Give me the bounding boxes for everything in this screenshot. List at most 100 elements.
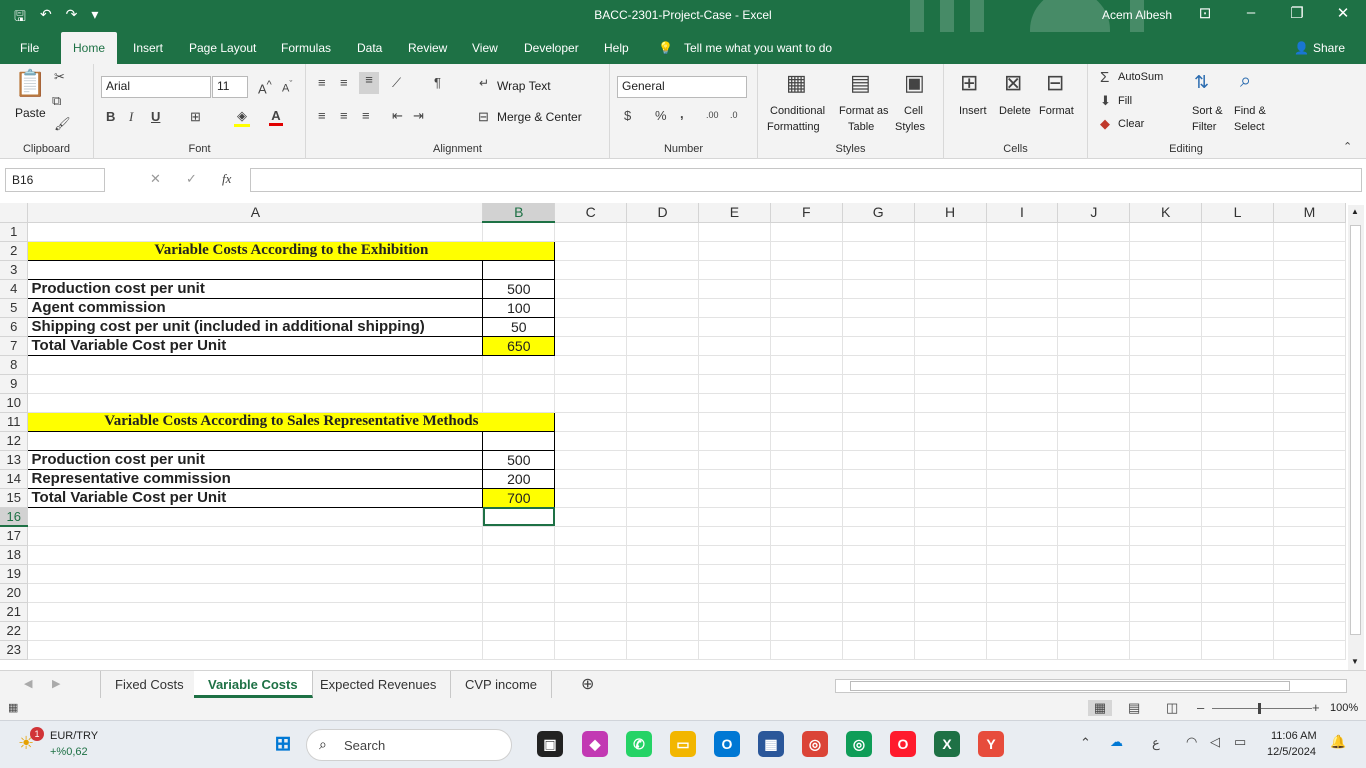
sort-filter-label1[interactable]: Sort & [1192,105,1223,117]
cell[interactable] [27,583,484,603]
row-header-selected[interactable]: 16 [0,507,29,527]
user-name[interactable]: Acem Albesh [1102,8,1172,22]
cell[interactable] [554,279,628,299]
merge-center-icon[interactable]: ⊟ [478,109,489,125]
cell[interactable] [770,336,843,356]
cell[interactable] [1201,602,1274,622]
cell[interactable] [1273,602,1346,622]
row-header[interactable]: 1 [0,222,29,242]
sheet-tab-expected-revenues[interactable]: Expected Revenues [306,671,452,698]
tab-review[interactable]: Review [408,41,447,55]
format-as-table-label2[interactable]: Table [848,121,874,133]
cell[interactable] [27,259,484,280]
cell[interactable] [1129,412,1203,432]
cell[interactable] [626,393,700,413]
cell[interactable] [1201,545,1274,565]
cell[interactable] [842,241,915,261]
row-header[interactable]: 17 [0,526,29,546]
outlook-icon[interactable]: O [714,731,740,757]
cell[interactable] [698,545,771,565]
cell[interactable] [1057,583,1131,603]
find-select-label1[interactable]: Find & [1234,105,1266,117]
cell[interactable] [1201,222,1274,242]
row-header[interactable]: 10 [0,393,29,413]
cell[interactable] [914,507,987,527]
cell[interactable] [554,241,628,261]
tab-home[interactable]: Home [61,32,118,64]
cell[interactable] [1057,317,1131,337]
cell[interactable] [1273,545,1346,565]
cell[interactable] [1273,450,1346,470]
number-format-select[interactable]: General [617,76,747,98]
row-header[interactable]: 3 [0,260,29,280]
cancel-icon[interactable]: ✕ [150,171,161,187]
cell[interactable] [842,640,915,660]
cell[interactable] [986,222,1059,242]
center-icon[interactable]: ≡ [340,108,348,123]
cell[interactable] [914,564,987,584]
cell[interactable] [914,526,987,546]
cell[interactable] [482,564,556,584]
cell[interactable] [770,621,843,641]
cell[interactable] [698,260,771,280]
find-select-label2[interactable]: Select [1234,121,1265,133]
cell[interactable] [27,526,484,546]
cell[interactable] [1273,640,1346,660]
cell[interactable] [554,507,628,527]
cell[interactable] [914,431,987,451]
worksheet-grid[interactable]: A B C D E F G H I J K L M 1 2 Variable Co… [0,203,1346,670]
cell[interactable] [554,317,628,337]
yandex-icon[interactable]: Y [978,731,1004,757]
column-header-j[interactable]: J [1057,203,1131,223]
horizontal-scrollbar[interactable] [835,679,1347,693]
cell[interactable] [842,298,915,318]
cell[interactable] [482,602,556,622]
cell[interactable] [1057,602,1131,622]
cell[interactable] [770,450,843,470]
cell[interactable] [986,564,1059,584]
cell[interactable] [1201,450,1274,470]
cell[interactable] [1273,260,1346,280]
row-header[interactable]: 4 [0,279,29,299]
cell[interactable] [698,298,771,318]
font-size-select[interactable]: 11 [212,76,248,98]
cell[interactable] [770,412,843,432]
font-name-select[interactable]: Arial [101,76,211,98]
name-box[interactable]: B16 [5,168,105,192]
row-header[interactable]: 9 [0,374,29,394]
input-language[interactable]: ع [1152,735,1160,751]
column-header-d[interactable]: D [626,203,700,223]
cell[interactable] [842,526,915,546]
decrease-decimal-icon[interactable]: .0 [730,110,738,120]
cell[interactable] [698,583,771,603]
cell[interactable] [27,621,484,641]
cell[interactable] [1129,583,1203,603]
cost-label[interactable]: Agent commission [27,297,484,318]
cell[interactable] [1273,526,1346,546]
cell[interactable] [1129,545,1203,565]
fill-button[interactable]: Fill [1118,95,1132,107]
cell[interactable] [554,640,628,660]
format-cells-icon[interactable]: ⊟ [1046,70,1064,96]
cell[interactable] [1273,583,1346,603]
cell[interactable] [1273,431,1346,451]
cell[interactable] [27,222,484,242]
wrap-text-button[interactable]: Wrap Text [497,79,551,93]
row-header[interactable]: 14 [0,469,29,489]
cell[interactable] [482,640,556,660]
cell[interactable] [27,564,484,584]
enter-icon[interactable]: ✓ [186,171,197,187]
zoom-slider-thumb[interactable] [1258,703,1261,714]
cell[interactable] [698,431,771,451]
page-layout-view-icon[interactable]: ▤ [1128,700,1140,716]
cell[interactable] [1201,431,1274,451]
sheet-tab-fixed-costs[interactable]: Fixed Costs [100,671,199,698]
cell[interactable] [1273,241,1346,261]
cell[interactable] [698,469,771,489]
cell[interactable] [1057,412,1131,432]
cell[interactable] [1129,450,1203,470]
cell[interactable] [554,583,628,603]
delete-cells-icon[interactable]: ⊠ [1004,70,1022,96]
cost-label[interactable]: Shipping cost per unit (included in addi… [27,316,484,337]
cell[interactable] [914,412,987,432]
